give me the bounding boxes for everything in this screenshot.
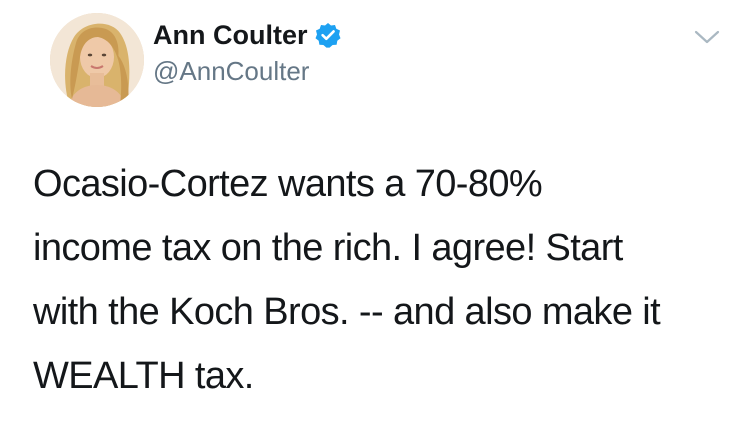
author-name-row[interactable]: Ann Coulter: [153, 18, 341, 52]
display-name[interactable]: Ann Coulter: [153, 20, 308, 51]
tweet-line: income tax on the rich. I agree! Start: [33, 227, 623, 269]
avatar[interactable]: [50, 13, 144, 107]
profile-photo: [50, 13, 144, 107]
verified-badge-icon: [315, 22, 341, 48]
tweet-line: WEALTH tax.: [33, 355, 254, 397]
author-handle[interactable]: @AnnCoulter: [153, 56, 309, 87]
chevron-down-icon[interactable]: [693, 27, 721, 47]
tweet-line: with the Koch Bros. -- and also make it: [33, 291, 661, 333]
tweet-card: Ann Coulter @AnnCoulter Ocasio-Cortez wa…: [0, 0, 750, 427]
tweet-line: Ocasio-Cortez wants a 70-80%: [33, 163, 543, 205]
tweet-text: Ocasio-Cortez wants a 70-80% income tax …: [33, 152, 733, 408]
